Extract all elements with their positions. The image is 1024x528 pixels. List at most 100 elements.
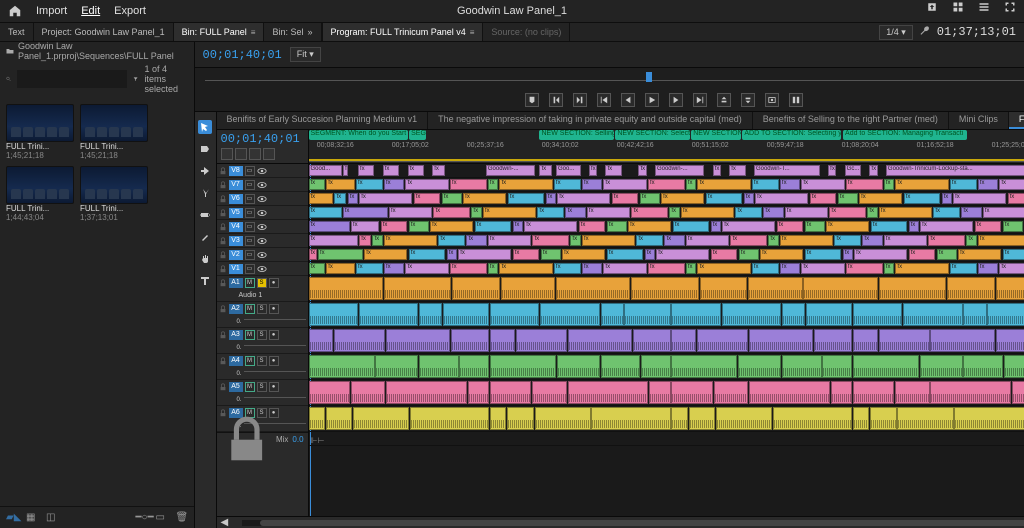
clip[interactable]: fx — [780, 179, 800, 190]
clip[interactable]: fx — [447, 249, 457, 260]
audio-clip[interactable] — [452, 277, 500, 300]
clip[interactable]: fx — [780, 235, 833, 246]
clip[interactable]: fx — [937, 249, 957, 260]
sequence-tab[interactable]: The negative impression of taking in pri… — [428, 112, 753, 129]
audio-clip[interactable] — [748, 277, 802, 300]
audio-clip[interactable] — [671, 355, 737, 378]
track-target[interactable]: A3 — [229, 330, 243, 340]
mini-ruler[interactable] — [205, 74, 1024, 86]
clip[interactable]: fx — [409, 249, 446, 260]
clip[interactable]: fx — [603, 179, 646, 190]
track-target[interactable]: A2 — [229, 304, 243, 314]
lift-button[interactable] — [717, 93, 731, 107]
audio-clip[interactable] — [879, 277, 947, 300]
clip[interactable]: fx — [953, 193, 1006, 204]
clip[interactable]: fx — [513, 249, 540, 260]
clip[interactable]: fx — [513, 221, 523, 232]
audio-track-lane[interactable] — [309, 302, 1024, 328]
bin-thumbnail[interactable]: FULL Trini...1;45;21;18 — [6, 104, 74, 160]
video-track-lane[interactable]: fxfxfxfxfxfxfxfxfxfxfxfxfxfxfxfxfxfxfxfx… — [309, 234, 1024, 248]
home-icon[interactable] — [8, 4, 22, 18]
hand-tool[interactable] — [198, 252, 212, 266]
marker[interactable]: NEW SECTION: Selecting t — [615, 130, 689, 140]
clip[interactable]: fx — [488, 263, 498, 274]
new-item-icon[interactable]: ▰◣ — [6, 512, 18, 524]
bin-thumbnail[interactable]: FULL Trini...1;44;43;04 — [6, 166, 74, 222]
marker[interactable]: SEGM — [409, 130, 425, 140]
track-target[interactable]: A5 — [229, 382, 243, 392]
track-toggle[interactable]: ▭ — [245, 208, 255, 218]
audio-clip[interactable] — [490, 303, 539, 326]
clip[interactable]: fx — [463, 193, 506, 204]
time-ruler[interactable]: SEGMENT: When do you StartSEGMNEW SECTIO… — [309, 130, 1024, 163]
clip[interactable]: fx — [722, 221, 775, 232]
audio-clip[interactable] — [749, 329, 813, 352]
clip[interactable]: fx — [603, 263, 646, 274]
audio-clip[interactable] — [954, 407, 1024, 430]
audio-clip[interactable] — [591, 407, 670, 430]
clip[interactable]: fx — [409, 221, 429, 232]
audio-clip[interactable] — [895, 381, 930, 404]
audio-clip[interactable] — [814, 329, 852, 352]
tab-program[interactable]: Program: FULL Trinicum Panel v4≡ — [323, 23, 484, 41]
audio-track-header[interactable]: A1MS●Audio 1 — [217, 276, 308, 302]
audio-track-lane[interactable] — [309, 406, 1024, 432]
eye-icon[interactable] — [257, 250, 267, 260]
clip[interactable]: fx — [846, 263, 883, 274]
clip[interactable]: fx — [450, 179, 487, 190]
track-toggle[interactable]: ▭ — [245, 180, 255, 190]
mute-button[interactable]: M — [245, 382, 255, 392]
clip[interactable]: fx — [669, 207, 679, 218]
audio-clip[interactable] — [897, 407, 953, 430]
mix-lane[interactable]: ⊩⊢ — [309, 432, 1024, 446]
clip[interactable]: fx — [432, 165, 444, 176]
clip[interactable]: fx — [309, 193, 334, 204]
clip[interactable]: fx — [843, 249, 853, 260]
lock-icon[interactable] — [219, 195, 227, 203]
clip[interactable]: fx — [648, 179, 685, 190]
lock-icon[interactable] — [219, 357, 227, 365]
tab-project[interactable]: Project: Goodwin Law Panel_1 — [34, 23, 174, 41]
audio-clip[interactable] — [507, 407, 533, 430]
workspace-icon[interactable] — [952, 0, 964, 22]
clip[interactable]: fx — [381, 221, 408, 232]
audio-clip[interactable] — [671, 407, 687, 430]
clip[interactable]: fx — [405, 263, 448, 274]
freeform-icon[interactable]: ◫ — [46, 512, 58, 524]
snap-button[interactable] — [221, 148, 233, 160]
lock-icon[interactable] — [219, 265, 227, 273]
clip[interactable]: fx — [499, 179, 552, 190]
clip[interactable]: fx — [532, 235, 569, 246]
audio-clip[interactable] — [987, 303, 1024, 326]
track-target[interactable]: V8 — [229, 166, 243, 176]
audio-clip[interactable] — [419, 355, 459, 378]
eye-icon[interactable] — [257, 264, 267, 274]
clip[interactable]: fx — [730, 235, 767, 246]
audio-clip[interactable] — [375, 355, 418, 378]
audio-clip[interactable] — [490, 329, 515, 352]
razor-tool[interactable] — [198, 186, 212, 200]
clip[interactable]: fx — [645, 249, 655, 260]
audio-clip[interactable] — [920, 355, 963, 378]
audio-track-header[interactable]: A2MS●0. — [217, 302, 308, 328]
clip[interactable]: fx — [433, 207, 470, 218]
audio-clip[interactable] — [803, 277, 877, 300]
clip[interactable]: fx — [950, 263, 977, 274]
search-icon[interactable] — [6, 74, 11, 84]
clip[interactable]: fx — [780, 263, 800, 274]
clip[interactable]: fx — [895, 263, 948, 274]
in-point-button[interactable] — [549, 93, 563, 107]
clip[interactable]: fx — [681, 207, 734, 218]
clip[interactable]: fx — [729, 165, 745, 176]
audio-clip[interactable] — [309, 355, 375, 378]
audio-clip[interactable] — [947, 277, 995, 300]
lock-icon[interactable] — [219, 223, 227, 231]
clip[interactable]: fx — [554, 263, 581, 274]
clip[interactable]: fx — [359, 235, 371, 246]
audio-clip[interactable] — [773, 407, 852, 430]
audio-clip[interactable] — [490, 355, 556, 378]
clip[interactable]: fx — [557, 193, 610, 204]
clip[interactable]: fx — [755, 193, 808, 204]
track-toggle[interactable]: ▭ — [245, 222, 255, 232]
video-track-lane[interactable]: fxfxfxfxfxfxfxfxfxfxfxfxfxfxfxfxfxfxfxfx… — [309, 248, 1024, 262]
